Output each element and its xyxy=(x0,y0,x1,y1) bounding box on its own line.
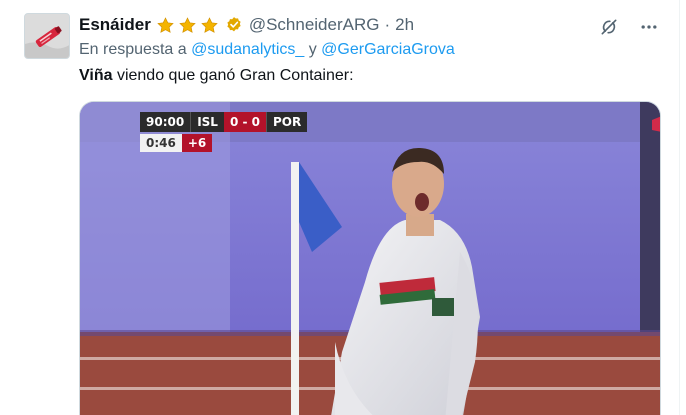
column-divider xyxy=(679,0,680,415)
star-icon xyxy=(179,16,196,33)
reply-context: En respuesta a @sudanalytics_ y @GerGarc… xyxy=(79,41,455,59)
score: 0 - 0 xyxy=(223,112,267,132)
grok-icon[interactable] xyxy=(598,16,620,38)
star-icon xyxy=(201,16,218,33)
away-team: POR xyxy=(266,112,308,132)
reply-mention-2[interactable]: @GerGarciaGrova xyxy=(321,41,455,58)
badges xyxy=(156,16,243,35)
tweet-text-bold: Viña xyxy=(79,67,113,84)
user-handle[interactable]: @SchneiderARG xyxy=(249,15,380,35)
scoreboard: 90:00 ISL 0 - 0 POR 0:46 +6 xyxy=(140,112,308,152)
home-team: ISL xyxy=(190,112,224,132)
verified-icon[interactable] xyxy=(225,16,243,34)
reply-prefix: En respuesta a xyxy=(79,41,187,58)
avatar[interactable] xyxy=(24,13,70,59)
reply-joiner: y xyxy=(308,41,317,58)
display-name[interactable]: Esnáider xyxy=(79,15,151,35)
tweet-actions xyxy=(598,16,660,38)
separator: · xyxy=(384,15,391,34)
added-time: +6 xyxy=(181,134,213,152)
reply-mention-1[interactable]: @sudanalytics_ xyxy=(191,41,304,58)
tweet-media[interactable]: 90:00 ISL 0 - 0 POR 0:46 +6 xyxy=(79,101,661,415)
tweet-header: Esnáider @SchneiderARG · 2h xyxy=(79,14,414,36)
match-time: 90:00 xyxy=(140,112,191,132)
timestamp[interactable]: 2h xyxy=(395,15,414,35)
stoppage-clock: 0:46 xyxy=(140,134,182,152)
tweet-card[interactable]: Esnáider @SchneiderARG · 2h En respuesta… xyxy=(0,0,686,415)
star-icon xyxy=(157,16,174,33)
tweet-text: Viña viendo que ganó Gran Container: xyxy=(79,67,354,85)
more-icon[interactable] xyxy=(638,16,660,38)
tweet-text-rest: viendo que ganó Gran Container: xyxy=(112,67,354,84)
